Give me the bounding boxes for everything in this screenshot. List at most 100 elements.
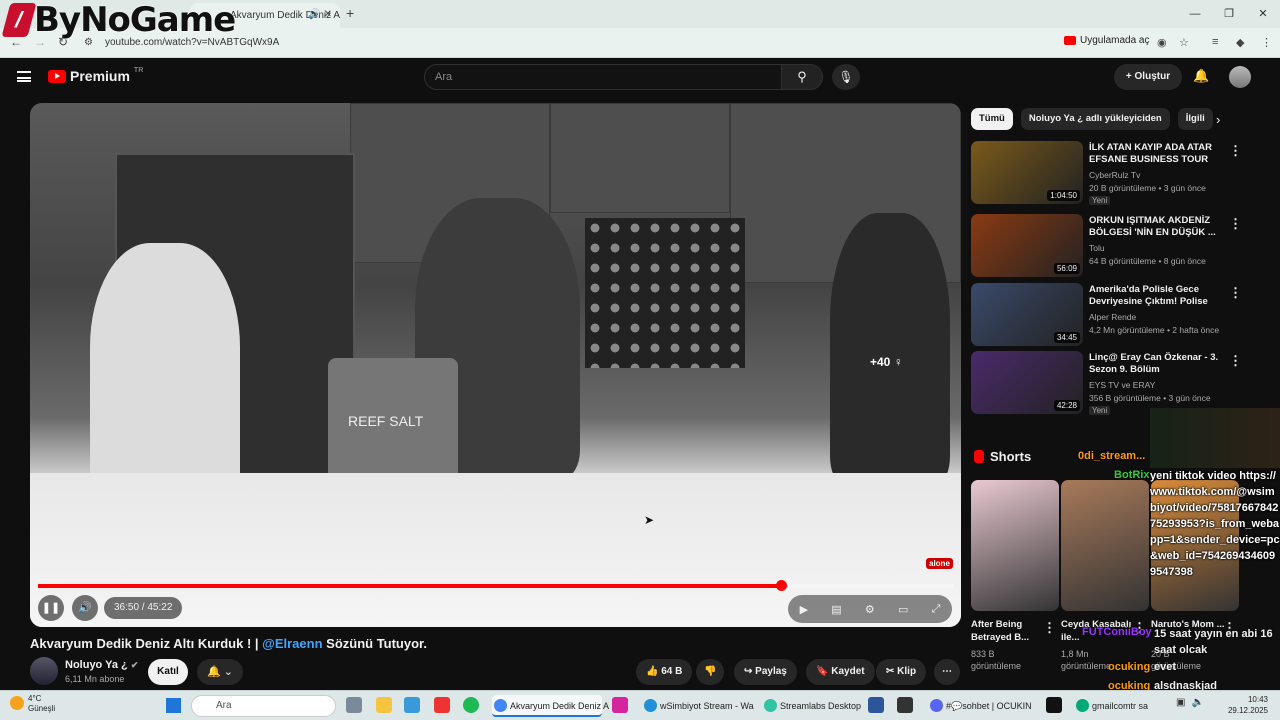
chip-related[interactable]: İlgili	[1177, 108, 1213, 130]
weather-condition: Güneşli	[28, 704, 56, 713]
search-input[interactable]: Ara	[424, 64, 782, 90]
youtube-header: Premium TR Ara ⚲ 🎙 + Oluştur 🔔	[0, 58, 1280, 98]
chip-all[interactable]: Tümü	[971, 108, 1013, 130]
thumbs-up-icon: 👍	[646, 666, 662, 677]
minimize-icon[interactable]: —	[1178, 0, 1212, 28]
youtube-premium-logo[interactable]: Premium TR	[48, 67, 143, 84]
share-button[interactable]: ↪ Paylaş	[734, 659, 797, 685]
video-title[interactable]: İLK ATAN KAYIP ADA ATAR EFSANE BUSINESS …	[1089, 142, 1229, 166]
short-thumbnail[interactable]	[971, 480, 1059, 611]
bucket-label: REEF SALT	[348, 413, 424, 429]
more-options-icon[interactable]: ⋮	[1229, 216, 1242, 232]
like-button[interactable]: 👍 64 B	[636, 659, 693, 685]
pause-button[interactable]: ❚❚	[38, 595, 64, 621]
new-tab-icon[interactable]: +	[346, 5, 354, 21]
join-button[interactable]: Katıl	[148, 659, 188, 685]
video-player[interactable]: REEF SALT +40 ♀ alone ➤ ❚❚ 🔊 36:50 / 45:…	[30, 103, 961, 627]
chip-from-uploader[interactable]: Noluyo Ya ¿ adlı yükleyiciden	[1020, 108, 1170, 130]
instagram-icon[interactable]	[612, 697, 628, 713]
volume-button[interactable]: 🔊	[72, 595, 98, 621]
video-title[interactable]: Linç@ Eray Can Özkenar - 3. Sezon 9. Böl…	[1089, 352, 1229, 376]
short-title[interactable]: After Being Betrayed B...	[971, 618, 1051, 644]
new-badge: Yeni	[1089, 406, 1111, 415]
save-button[interactable]: 🔖 Kaydet	[806, 659, 875, 685]
create-button[interactable]: + Oluştur	[1114, 64, 1182, 90]
progress-scrubber[interactable]	[775, 580, 787, 591]
taskbar-app-discord[interactable]: #💬sohbet | OCUKIN	[928, 695, 1038, 717]
notification-bell-button[interactable]: 🔔 ⌄	[197, 659, 243, 685]
taskbar-app-edge[interactable]: wSimbiyot Stream - Wa	[642, 695, 754, 717]
bookmark-star-icon[interactable]: ☆	[1179, 36, 1189, 49]
speaker-icon[interactable]: 🔈	[1191, 697, 1203, 708]
channel-avatar[interactable]	[30, 657, 58, 685]
menu-dots-icon[interactable]: ⋮	[1261, 36, 1272, 49]
playlist-icon[interactable]: ≡	[1212, 36, 1218, 48]
video-thumbnail[interactable]: 1:04:50	[971, 141, 1083, 204]
store-icon[interactable]	[404, 697, 420, 713]
clip-button[interactable]: ✂ Klip	[876, 659, 927, 685]
recommended-video[interactable]: 1:04:50 İLK ATAN KAYIP ADA ATAR EFSANE BU…	[971, 141, 1261, 205]
miniplayer-icon[interactable]: ▭	[898, 603, 908, 616]
video-thumbnail[interactable]: 56:09	[971, 214, 1083, 277]
time-display: 36:50 / 45:22	[104, 597, 183, 619]
spotify-icon[interactable]	[463, 697, 479, 713]
recommended-video[interactable]: 34:45 Amerika'da Polisle Gece Devriyesine…	[971, 283, 1261, 347]
taskbar-clock[interactable]: 10:43 29.12.2025	[1228, 694, 1268, 716]
search-button[interactable]: ⚲	[781, 64, 823, 90]
close-window-icon[interactable]: ✕	[1246, 0, 1280, 28]
task-view-icon[interactable]	[346, 697, 362, 713]
more-options-icon[interactable]: ⋮	[1229, 353, 1242, 369]
channel-name[interactable]: Noluyo Ya ¿ ✔	[65, 659, 138, 671]
weather-widget[interactable]: 4°C Güneşli	[10, 694, 55, 714]
channel-name[interactable]: Tolu	[1089, 243, 1105, 253]
tab-close-icon[interactable]: 🔊 ✕	[308, 9, 332, 20]
chips-next-chevron-icon[interactable]: ›	[1216, 112, 1220, 127]
open-in-app-button[interactable]: Uygulamada aç	[1064, 35, 1149, 46]
streamlabs-icon	[764, 699, 777, 712]
more-actions-button[interactable]: ⋯	[934, 659, 960, 685]
taskbar-app-chrome[interactable]: Akvaryum Dedik Deniz A	[492, 695, 609, 717]
account-avatar[interactable]	[1229, 66, 1251, 88]
more-options-icon[interactable]: ⋮	[1229, 143, 1242, 159]
fullscreen-icon[interactable]: ⤢	[932, 603, 941, 616]
settings-gear-icon[interactable]: ⚙	[865, 603, 875, 616]
short-view-label: görüntüleme	[1061, 661, 1112, 671]
recommended-video[interactable]: 42:28 Linç@ Eray Can Özkenar - 3. Sezon 9…	[971, 351, 1261, 415]
channel-name[interactable]: Alper Rende	[1089, 312, 1136, 322]
short-thumbnail[interactable]	[1061, 480, 1149, 611]
taskbar-search-input[interactable]: Ara	[191, 695, 336, 717]
more-options-icon[interactable]: ⋮	[1043, 620, 1056, 636]
video-thumbnail[interactable]: 42:28	[971, 351, 1083, 414]
filter-chips: Tümü Noluyo Ya ¿ adlı yükleyiciden İlgil…	[971, 108, 1213, 132]
video-title[interactable]: ORKUN IŞITMAK AKDENİZ BÖLGESİ 'NİN EN DÜ…	[1089, 215, 1229, 239]
extension-icon[interactable]: ◆	[1236, 36, 1244, 49]
restore-icon[interactable]: ❐	[1212, 0, 1246, 28]
taskbar-app-streamlabs[interactable]: Streamlabs Desktop	[762, 695, 862, 717]
eye-off-icon[interactable]: ◉	[1157, 36, 1167, 49]
notifications-bell-icon[interactable]: 🔔	[1193, 68, 1209, 84]
title-mention-link[interactable]: @Elraenn	[262, 636, 322, 651]
channel-name[interactable]: EYS TV ve ERAY	[1089, 380, 1155, 390]
chrome-icon	[494, 699, 507, 712]
video-thumbnail[interactable]: 34:45	[971, 283, 1083, 346]
app-icon[interactable]	[897, 697, 913, 713]
youtube-app-icon[interactable]	[434, 697, 450, 713]
search-icon: ⚲	[797, 69, 807, 84]
progress-bar[interactable]	[38, 580, 953, 591]
video-title[interactable]: Amerika'da Polisle Gece Devriyesine Çıkt…	[1089, 284, 1229, 309]
subtitles-icon[interactable]: ▤	[831, 603, 841, 616]
hamburger-menu-icon[interactable]	[17, 71, 31, 82]
app-icon[interactable]	[868, 697, 884, 713]
voice-search-button[interactable]: 🎙	[832, 64, 860, 90]
start-windows-icon[interactable]	[166, 698, 181, 713]
channel-name[interactable]: CyberRulz Tv	[1089, 170, 1140, 180]
dislike-button[interactable]: 👎	[696, 659, 725, 685]
channel-watermark-badge: alone	[926, 558, 953, 569]
network-icon[interactable]: ▣	[1176, 697, 1185, 708]
recommended-video[interactable]: 56:09 ORKUN IŞITMAK AKDENİZ BÖLGESİ 'NİN …	[971, 214, 1261, 278]
tiktok-icon[interactable]	[1046, 697, 1062, 713]
file-explorer-icon[interactable]	[376, 697, 392, 713]
autoplay-toggle-icon[interactable]: ▶	[800, 603, 808, 616]
more-options-icon[interactable]: ⋮	[1229, 285, 1242, 301]
taskbar-app-other[interactable]: gmailcomtr sa	[1074, 695, 1170, 717]
